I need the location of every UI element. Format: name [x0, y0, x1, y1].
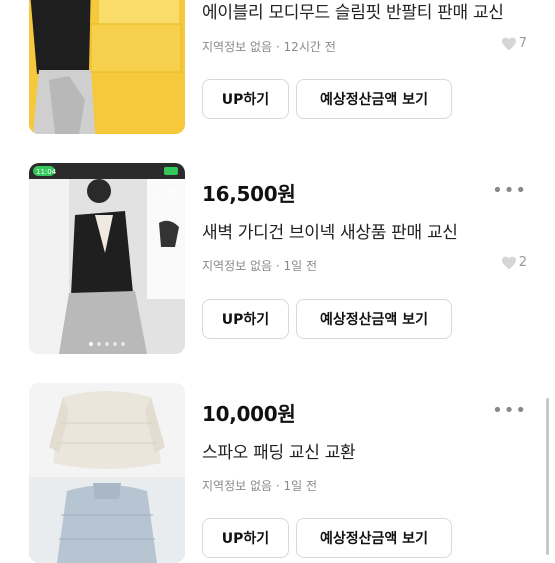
- image-pagination-dots: [29, 342, 185, 346]
- up-button[interactable]: UP하기: [202, 299, 289, 339]
- listing-meta: 지역정보 없음 · 1일 전: [202, 257, 317, 274]
- posted-time: 1일 전: [283, 259, 318, 273]
- separator: ·: [275, 40, 280, 54]
- listing-title[interactable]: 스파오 패딩 교신 교환: [202, 438, 532, 463]
- posted-time: 1일 전: [283, 479, 318, 493]
- listing-title[interactable]: 새벽 가디건 브이넥 새상품 판매 교신: [202, 218, 532, 243]
- more-icon[interactable]: •••: [492, 180, 527, 201]
- more-icon[interactable]: •••: [492, 400, 527, 421]
- home-icon: ⌂: [153, 187, 160, 200]
- heart-icon: [501, 256, 516, 269]
- up-button[interactable]: UP하기: [202, 79, 289, 119]
- listing-meta: 지역정보 없음 · 1일 전: [202, 477, 317, 494]
- location-text: 지역정보 없음: [202, 40, 273, 54]
- location-text: 지역정보 없음: [202, 479, 273, 493]
- listing-meta: 지역정보 없음 · 12시간 전: [202, 38, 336, 55]
- listing-title[interactable]: 에이블리 모디무드 슬림핏 반팔티 판매 교신: [202, 0, 532, 23]
- product-thumbnail[interactable]: 11:04 ⌂ ⚲: [29, 163, 185, 354]
- up-button[interactable]: UP하기: [202, 518, 289, 558]
- separator: ·: [275, 259, 280, 273]
- expected-settlement-button[interactable]: 예상정산금액 보기: [296, 299, 452, 339]
- favorite-count: 2: [501, 255, 527, 270]
- scrollbar[interactable]: [546, 398, 549, 555]
- expected-settlement-button[interactable]: 예상정산금액 보기: [296, 79, 452, 119]
- search-icon: ⚲: [169, 187, 177, 200]
- listing-price: 10,000원: [202, 402, 296, 426]
- posted-time: 12시간 전: [283, 40, 336, 54]
- thumb-status-time: 11:04: [36, 168, 57, 176]
- product-thumbnail[interactable]: [29, 0, 185, 134]
- heart-icon: [501, 37, 516, 50]
- product-thumbnail[interactable]: [29, 383, 185, 563]
- expected-settlement-button[interactable]: 예상정산금액 보기: [296, 518, 452, 558]
- listing-price: 16,500원: [202, 182, 296, 206]
- favorite-count: 7: [501, 36, 527, 51]
- location-text: 지역정보 없음: [202, 259, 273, 273]
- separator: ·: [275, 479, 280, 493]
